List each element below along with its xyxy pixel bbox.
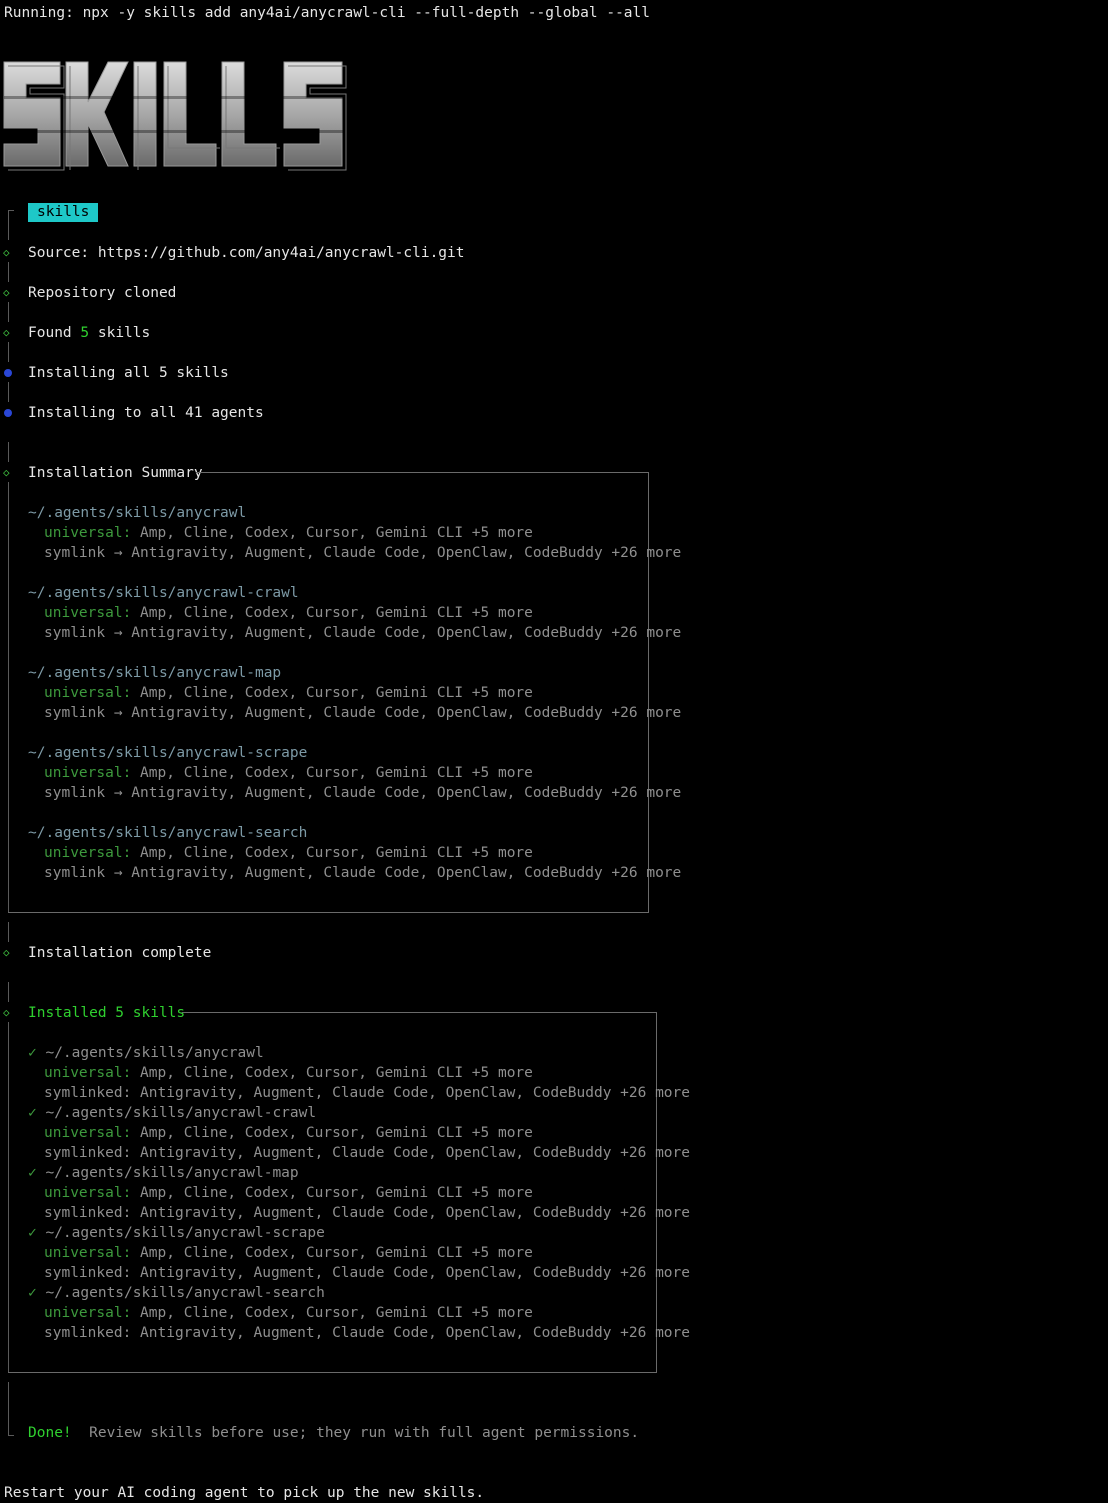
summary-path: ~/.agents/skills/anycrawl-scrape <box>28 745 308 761</box>
installed-path: ✓ ~/.agents/skills/anycrawl-scrape <box>28 1225 325 1241</box>
step-diamond-icon: ◇ <box>3 946 10 959</box>
installing-skills-line: Installing all 5 skills <box>28 365 229 381</box>
summary-symlink: symlink → Antigravity, Augment, Claude C… <box>44 705 682 721</box>
installed-universal: universal: Amp, Cline, Codex, Cursor, Ge… <box>44 1065 533 1081</box>
found-count: 5 <box>80 325 90 341</box>
check-icon: ✓ <box>28 1165 37 1181</box>
cloned-line: Repository cloned <box>28 285 177 301</box>
installed-symlinked: symlinked: Antigravity, Augment, Claude … <box>44 1205 691 1221</box>
summary-universal: universal: Amp, Cline, Codex, Cursor, Ge… <box>44 845 533 861</box>
done-label: Done! <box>28 1425 72 1441</box>
check-icon: ✓ <box>28 1105 37 1121</box>
installed-symlinked: symlinked: Antigravity, Augment, Claude … <box>44 1145 691 1161</box>
summary-universal: universal: Amp, Cline, Codex, Cursor, Ge… <box>44 525 533 541</box>
source-line: Source: https://github.com/any4ai/anycra… <box>28 245 465 261</box>
summary-path: ~/.agents/skills/anycrawl-search <box>28 825 308 841</box>
installed-universal: universal: Amp, Cline, Codex, Cursor, Ge… <box>44 1245 533 1261</box>
installed-symlinked: symlinked: Antigravity, Augment, Claude … <box>44 1325 691 1341</box>
complete-line: Installation complete <box>28 945 212 961</box>
summary-symlink: symlink → Antigravity, Augment, Claude C… <box>44 785 682 801</box>
summary-path: ~/.agents/skills/anycrawl <box>28 505 247 521</box>
command-line: Running: npx -y skills add any4ai/anycra… <box>4 5 651 21</box>
summary-symlink: symlink → Antigravity, Augment, Claude C… <box>44 625 682 641</box>
done-line: Done! Review skills before use; they run… <box>28 1423 639 1443</box>
installed-path: ✓ ~/.agents/skills/anycrawl <box>28 1045 264 1061</box>
skills-tag: skills <box>28 203 99 222</box>
step-diamond-icon: ◇ <box>3 326 10 339</box>
summary-symlink: symlink → Antigravity, Augment, Claude C… <box>44 865 682 881</box>
installed-universal: universal: Amp, Cline, Codex, Cursor, Ge… <box>44 1305 533 1321</box>
installed-path: ✓ ~/.agents/skills/anycrawl-map <box>28 1165 299 1181</box>
found-line: Found 5 skills <box>28 325 151 341</box>
summary-universal: universal: Amp, Cline, Codex, Cursor, Ge… <box>44 685 533 701</box>
done-note: Review skills before use; they run with … <box>89 1425 640 1441</box>
step-diamond-icon: ◇ <box>3 246 10 259</box>
summary-path: ~/.agents/skills/anycrawl-crawl <box>28 585 299 601</box>
check-icon: ✓ <box>28 1045 37 1061</box>
timeline-corner <box>8 210 14 211</box>
restart-line: Restart your AI coding agent to pick up … <box>4 1485 485 1501</box>
installed-path: ✓ ~/.agents/skills/anycrawl-crawl <box>28 1105 317 1121</box>
skills-logo <box>3 61 347 171</box>
installed-universal: universal: Amp, Cline, Codex, Cursor, Ge… <box>44 1125 533 1141</box>
check-icon: ✓ <box>28 1225 37 1241</box>
installed-universal: universal: Amp, Cline, Codex, Cursor, Ge… <box>44 1185 533 1201</box>
installed-symlinked: symlinked: Antigravity, Augment, Claude … <box>44 1085 691 1101</box>
summary-path: ~/.agents/skills/anycrawl-map <box>28 665 282 681</box>
installing-agents-line: Installing to all 41 agents <box>28 405 264 421</box>
summary-symlink: symlink → Antigravity, Augment, Claude C… <box>44 545 682 561</box>
installed-path: ✓ ~/.agents/skills/anycrawl-search <box>28 1285 325 1301</box>
check-icon: ✓ <box>28 1285 37 1301</box>
installed-symlinked: symlinked: Antigravity, Augment, Claude … <box>44 1265 691 1281</box>
step-dot-icon <box>4 409 12 417</box>
step-diamond-icon: ◇ <box>3 286 10 299</box>
summary-universal: universal: Amp, Cline, Codex, Cursor, Ge… <box>44 765 533 781</box>
timeline-line <box>8 210 9 240</box>
step-dot-icon <box>4 369 12 377</box>
summary-universal: universal: Amp, Cline, Codex, Cursor, Ge… <box>44 605 533 621</box>
terminal-window: Running: npx -y skills add any4ai/anycra… <box>0 0 1108 1502</box>
